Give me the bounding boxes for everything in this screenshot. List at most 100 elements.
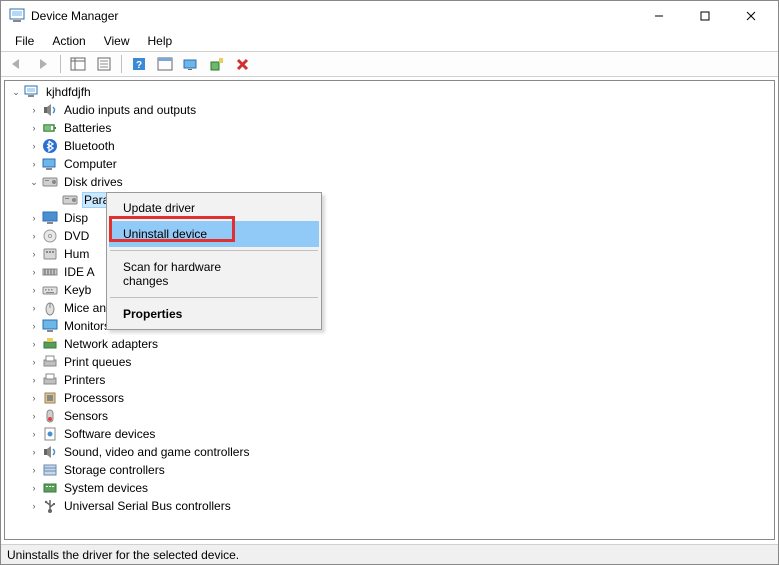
device-tree[interactable]: ⌄kjhdfdjfh›Audio inputs and outputs›Batt… <box>4 80 775 540</box>
menu-action[interactable]: Action <box>44 32 93 50</box>
expander-icon[interactable]: › <box>27 322 41 331</box>
tree-category[interactable]: ›Network adapters <box>5 335 774 353</box>
tree-item-label: Hum <box>62 247 91 261</box>
window-title: Device Manager <box>31 9 636 23</box>
tree-item-label: Batteries <box>62 121 113 135</box>
expander-icon[interactable]: › <box>27 466 41 475</box>
menu-bar: File Action View Help <box>1 31 778 51</box>
maximize-button[interactable] <box>682 1 728 31</box>
expander-icon[interactable]: › <box>27 304 41 313</box>
menu-file[interactable]: File <box>7 32 42 50</box>
printqueue-icon <box>42 354 58 370</box>
context-menu-separator <box>110 250 318 251</box>
software-icon <box>42 426 58 442</box>
tree-category[interactable]: › Computer <box>5 155 774 173</box>
menu-help[interactable]: Help <box>140 32 181 50</box>
tree-category[interactable]: ⌄ Disk drives <box>5 173 774 191</box>
expander-icon[interactable]: ⌄ <box>9 88 23 97</box>
tree-category[interactable]: › Software devices <box>5 425 774 443</box>
status-bar: Uninstalls the driver for the selected d… <box>1 544 778 564</box>
show-hide-tree-button[interactable] <box>66 53 90 75</box>
expander-icon[interactable]: › <box>27 142 41 151</box>
expander-icon[interactable]: ⌄ <box>27 178 41 187</box>
add-legacy-button[interactable] <box>205 53 229 75</box>
tree-item-label: Bluetooth <box>62 139 117 153</box>
context-menu-separator <box>110 297 318 298</box>
expander-icon[interactable]: › <box>27 430 41 439</box>
expander-icon[interactable]: › <box>27 214 41 223</box>
properties-button[interactable] <box>92 53 116 75</box>
expander-icon[interactable]: › <box>27 376 41 385</box>
tree-category[interactable]: › Storage controllers <box>5 461 774 479</box>
usb-icon <box>42 498 58 514</box>
expander-icon[interactable]: › <box>27 250 41 259</box>
expander-icon[interactable]: › <box>27 124 41 133</box>
tree-item-label: Computer <box>62 157 119 171</box>
minimize-button[interactable] <box>636 1 682 31</box>
tree-item-label: Storage controllers <box>62 463 167 477</box>
tree-category[interactable]: › Batteries <box>5 119 774 137</box>
close-button[interactable] <box>728 1 774 31</box>
tree-item-label: Printers <box>62 373 107 387</box>
cpu-icon <box>42 390 58 406</box>
tree-category[interactable]: ›Universal Serial Bus controllers <box>5 497 774 515</box>
tree-item-label: Sound, video and game controllers <box>62 445 251 459</box>
tree-category[interactable]: ›System devices <box>5 479 774 497</box>
tree-item-label: Processors <box>62 391 126 405</box>
tree-item-label: Disp <box>62 211 90 225</box>
system-icon <box>42 480 58 496</box>
scan-hardware-button[interactable] <box>179 53 203 75</box>
expander-icon[interactable]: › <box>27 502 41 511</box>
tree-category[interactable]: › Printers <box>5 371 774 389</box>
computer-root-icon <box>24 84 40 100</box>
expander-icon[interactable]: › <box>27 412 41 421</box>
expander-icon[interactable]: › <box>27 160 41 169</box>
speaker-icon <box>42 102 58 118</box>
toolbar-separator <box>121 55 122 73</box>
tree-category[interactable]: › Audio inputs and outputs <box>5 101 774 119</box>
tree-item-label: Software devices <box>62 427 157 441</box>
back-button[interactable] <box>5 53 29 75</box>
tree-category[interactable]: › Sound, video and game controllers <box>5 443 774 461</box>
expander-icon[interactable]: › <box>27 106 41 115</box>
tree-root[interactable]: ⌄ kjhdfdjfh <box>5 83 774 101</box>
status-text: Uninstalls the driver for the selected d… <box>7 548 239 562</box>
app-icon <box>9 8 25 24</box>
tree-item-label: Disk drives <box>62 175 125 189</box>
bluetooth-icon <box>42 138 58 154</box>
mouse-icon <box>42 300 58 316</box>
toolbar-separator <box>60 55 61 73</box>
dvd-icon <box>42 228 58 244</box>
forward-button[interactable] <box>31 53 55 75</box>
help-button[interactable]: ? <box>127 53 151 75</box>
expander-icon[interactable]: › <box>27 232 41 241</box>
expander-icon[interactable]: › <box>27 286 41 295</box>
monitor-icon <box>42 318 58 334</box>
ide-icon <box>42 264 58 280</box>
tree-category[interactable]: › Bluetooth <box>5 137 774 155</box>
disk-icon <box>42 174 58 190</box>
tree-item-label: Audio inputs and outputs <box>62 103 198 117</box>
tree-category[interactable]: › Print queues <box>5 353 774 371</box>
action-button[interactable] <box>153 53 177 75</box>
context-menu-item[interactable]: Properties <box>109 301 319 327</box>
hid-icon <box>42 246 58 262</box>
tree-item-label: kjhdfdjfh <box>44 85 93 99</box>
expander-icon[interactable]: › <box>27 484 41 493</box>
computer-icon <box>42 156 58 172</box>
context-menu-item[interactable]: Update driver <box>109 195 319 221</box>
expander-icon[interactable]: › <box>27 340 41 349</box>
expander-icon[interactable]: › <box>27 448 41 457</box>
uninstall-button[interactable] <box>231 53 255 75</box>
battery-icon <box>42 120 58 136</box>
expander-icon[interactable]: › <box>27 394 41 403</box>
menu-view[interactable]: View <box>96 32 138 50</box>
tree-item-label: Monitors <box>62 319 112 333</box>
context-menu-item[interactable]: Scan for hardware changes <box>109 254 319 294</box>
tree-item-label: Print queues <box>62 355 133 369</box>
tree-category[interactable]: › Processors <box>5 389 774 407</box>
tree-category[interactable]: ›Sensors <box>5 407 774 425</box>
expander-icon[interactable]: › <box>27 268 41 277</box>
expander-icon[interactable]: › <box>27 358 41 367</box>
context-menu-item[interactable]: Uninstall device <box>109 221 319 247</box>
